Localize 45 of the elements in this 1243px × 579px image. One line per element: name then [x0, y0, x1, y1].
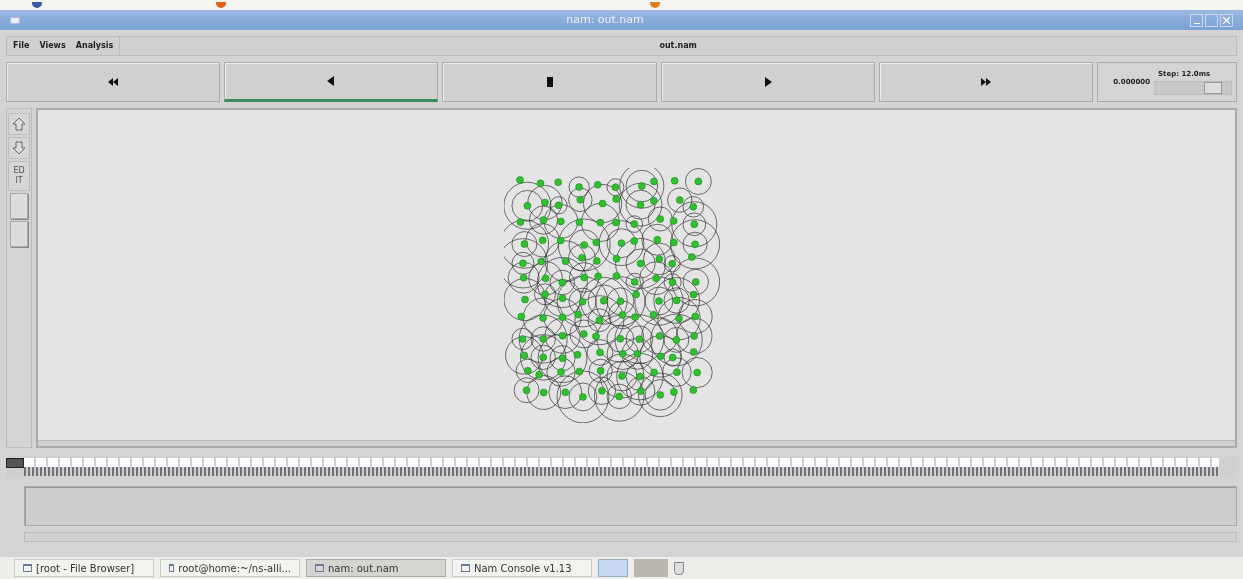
timeline-thumb[interactable]: [6, 458, 24, 468]
horizontal-scrollbar[interactable]: [38, 440, 1235, 446]
slider-thumb[interactable]: [1204, 82, 1223, 95]
window-title: nam: out.nam: [565, 11, 645, 28]
transport-button[interactable]: [878, 62, 1093, 102]
zoom-out-button[interactable]: [8, 137, 30, 159]
timeline-slider[interactable]: [6, 456, 1237, 478]
toggle-button[interactable]: [10, 221, 28, 247]
taskbar-item[interactable]: [root - File Browser]: [14, 559, 154, 577]
close-icon: [1223, 16, 1230, 24]
app-icon: [650, 2, 660, 8]
down-arrow-icon: [12, 141, 26, 155]
fast-forward-icon: [979, 76, 992, 88]
zoom-in-button[interactable]: [8, 113, 30, 135]
transport-button[interactable]: [442, 62, 657, 102]
app-icon: [216, 2, 226, 8]
transport-button[interactable]: [660, 62, 875, 102]
window-menu-icon[interactable]: [10, 16, 20, 24]
taskbar-item[interactable]: root@home:~/ns-alli...: [160, 559, 300, 577]
app-icon: [32, 2, 42, 8]
menu-item[interactable]: Analysis: [75, 40, 114, 52]
close-button[interactable]: [1220, 13, 1233, 27]
minimize-icon: [1193, 22, 1200, 24]
step-slider[interactable]: [1154, 81, 1232, 96]
trash-icon[interactable]: [674, 561, 684, 575]
rewind-icon: [107, 76, 120, 88]
bottom-scrollbar[interactable]: [24, 532, 1237, 542]
transport-button[interactable]: [224, 62, 439, 102]
file-name: out.nam: [659, 40, 697, 52]
toggle-button[interactable]: [10, 193, 28, 219]
workspace-switcher[interactable]: [598, 559, 628, 577]
window-icon: [23, 564, 32, 572]
edit-button[interactable]: ED IT: [8, 161, 30, 191]
window-icon: [169, 564, 175, 572]
workspace-switcher[interactable]: [634, 559, 668, 577]
taskbar-item[interactable]: nam: out.nam: [306, 559, 446, 577]
minimize-button[interactable]: [1190, 13, 1203, 27]
window-icon: [461, 564, 470, 572]
taskbar-item[interactable]: Nam Console v1.13: [452, 559, 592, 577]
window-icon: [315, 564, 324, 572]
menu-item[interactable]: File: [13, 40, 30, 52]
maximize-button[interactable]: [1205, 13, 1218, 27]
menu-item[interactable]: Views: [39, 40, 66, 52]
up-arrow-icon: [12, 117, 26, 131]
transport-button[interactable]: [6, 62, 221, 102]
